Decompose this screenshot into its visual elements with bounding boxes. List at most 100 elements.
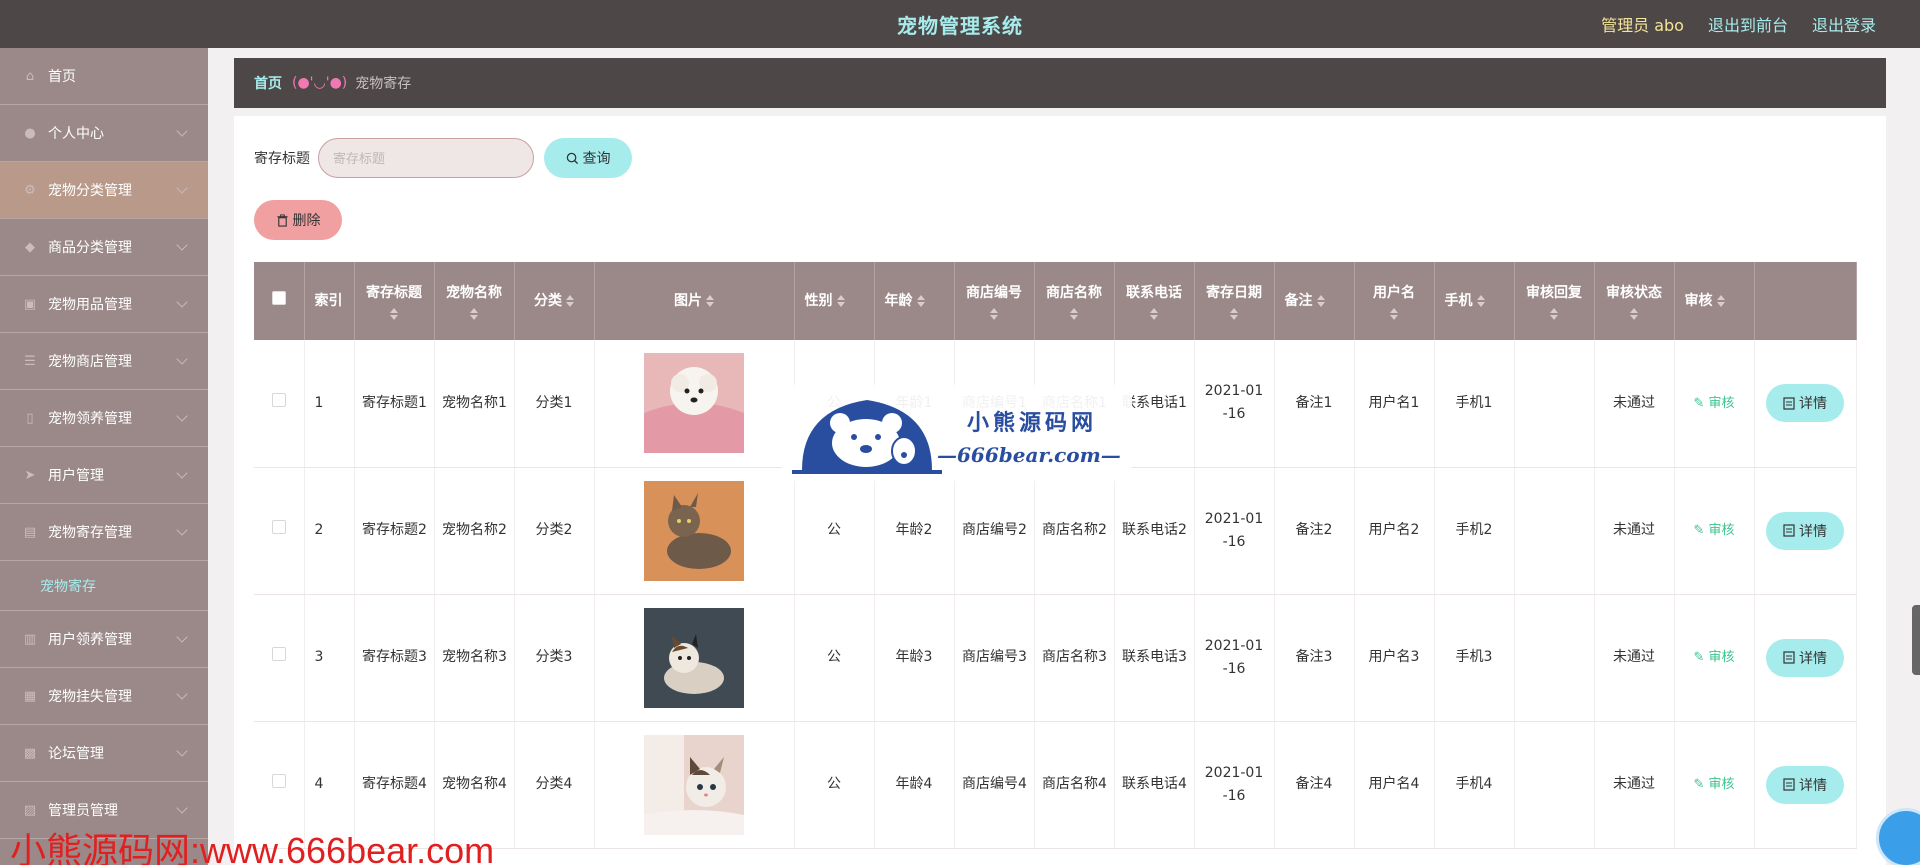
top-bar-actions: 管理员 abo 退出到前台 退出登录 xyxy=(1601,0,1876,48)
sort-icon[interactable] xyxy=(1476,295,1485,307)
header-shop-name[interactable]: 商店名称 xyxy=(1034,262,1115,340)
chevron-down-icon xyxy=(176,296,188,308)
exit-to-front-link[interactable]: 退出到前台 xyxy=(1708,12,1788,36)
sidebar-item-label: 用户领养管理 xyxy=(48,632,132,648)
header-shop-no[interactable]: 商店编号 xyxy=(954,262,1035,340)
chevron-down-icon xyxy=(176,410,188,422)
sidebar-item[interactable]: ▯ 宠物领养管理 xyxy=(0,390,208,447)
sidebar-subitem-pet-storage[interactable]: 宠物寄存 xyxy=(0,561,208,611)
header-image[interactable]: 图片 xyxy=(594,262,795,340)
sidebar-item[interactable]: ⌂ 首页 xyxy=(0,48,208,105)
search-bar: 寄存标题 查询 xyxy=(254,138,632,178)
audit-link[interactable]: ✎ 审核 xyxy=(1693,396,1734,411)
header-note[interactable]: 备注 xyxy=(1274,262,1355,340)
detail-button[interactable]: 详情 xyxy=(1766,384,1844,423)
cell-category: 分类1 xyxy=(514,340,595,468)
document-icon xyxy=(1783,524,1795,537)
header-pet-name[interactable]: 宠物名称 xyxy=(434,262,515,340)
row-checkbox[interactable] xyxy=(271,520,286,534)
cell-category: 分类3 xyxy=(514,594,595,722)
header-sex[interactable]: 性别 xyxy=(794,262,875,340)
cell-pet-name: 宠物名称2 xyxy=(434,467,515,595)
cell-shop-no: 商店编号3 xyxy=(954,594,1035,722)
sort-icon[interactable] xyxy=(1316,295,1325,307)
sort-icon[interactable] xyxy=(1199,308,1270,320)
cell-audit: ✎ 审核 xyxy=(1674,340,1755,468)
edit-icon: ✎ xyxy=(1693,777,1705,792)
logout-link[interactable]: 退出登录 xyxy=(1812,12,1876,36)
sidebar-item[interactable]: ⚙ 宠物分类管理 xyxy=(0,162,208,219)
sort-icon[interactable] xyxy=(359,308,430,320)
header-date[interactable]: 寄存日期 xyxy=(1194,262,1275,340)
breadcrumb: 首页 (●'◡'●) 宠物寄存 xyxy=(234,58,1886,108)
sidebar-item[interactable]: ▦ 宠物挂失管理 xyxy=(0,668,208,725)
header-category[interactable]: 分类 xyxy=(514,262,595,340)
sort-icon[interactable] xyxy=(1519,308,1590,320)
cell-index: 2 xyxy=(304,467,355,595)
sidebar-item[interactable]: ▣ 宠物用品管理 xyxy=(0,276,208,333)
header-phone[interactable]: 手机 xyxy=(1434,262,1515,340)
detail-button[interactable]: 详情 xyxy=(1766,511,1844,550)
table-header-row: 索引 寄存标题 宠物名称 分类 图片 性别 年龄 商店编号 商店名称 联系电话 … xyxy=(254,262,1857,340)
send-icon: ➤ xyxy=(24,467,36,483)
audit-link[interactable]: ✎ 审核 xyxy=(1693,777,1734,792)
sidebar-item[interactable]: ◆ 商品分类管理 xyxy=(0,219,208,276)
row-checkbox[interactable] xyxy=(271,392,286,407)
header-age[interactable]: 年龄 xyxy=(874,262,955,340)
header-tel[interactable]: 联系电话 xyxy=(1114,262,1195,340)
header-username[interactable]: 用户名 xyxy=(1354,262,1435,340)
cell-note: 备注1 xyxy=(1274,340,1355,468)
sidebar-item[interactable]: ● 个人中心 xyxy=(0,105,208,162)
sort-icon[interactable] xyxy=(439,308,510,320)
sort-icon[interactable] xyxy=(566,295,574,307)
cell-audit: ✎ 审核 xyxy=(1674,467,1755,595)
sort-icon[interactable] xyxy=(916,295,925,307)
cell-index: 3 xyxy=(304,594,355,722)
detail-button[interactable]: 详情 xyxy=(1766,765,1844,804)
sort-icon[interactable] xyxy=(1039,308,1110,320)
header-status[interactable]: 审核状态 xyxy=(1594,262,1675,340)
cell-image xyxy=(594,467,795,595)
query-button[interactable]: 查询 xyxy=(544,138,632,178)
sort-icon[interactable] xyxy=(706,295,714,307)
sidebar-item-label: 宠物领养管理 xyxy=(48,411,132,427)
sort-icon[interactable] xyxy=(1599,308,1670,320)
cell-username: 用户名1 xyxy=(1354,340,1435,468)
header-reply[interactable]: 审核回复 xyxy=(1514,262,1595,340)
watermark-logo-cn: 小熊源码网 xyxy=(967,410,1098,436)
audit-link[interactable]: ✎ 审核 xyxy=(1693,523,1734,538)
header-title[interactable]: 寄存标题 xyxy=(354,262,435,340)
row-checkbox[interactable] xyxy=(271,774,286,788)
sidebar-item[interactable]: ▤ 宠物寄存管理 xyxy=(0,504,208,561)
sidebar: ⌂ 首页 ● 个人中心 ⚙ 宠物分类管理 ◆ 商品分类管理 ▣ 宠物用品管理 ☰ 宠物商店管理 ▯ 宠物领… xyxy=(0,48,208,865)
cell-age: 年龄2 xyxy=(874,467,955,595)
query-button-label: 查询 xyxy=(582,150,611,166)
sidebar-item[interactable]: ▥ 用户领养管理 xyxy=(0,611,208,668)
detail-button[interactable]: 详情 xyxy=(1766,638,1844,677)
watermark-text: 小熊源码网:www.666bear.com xyxy=(10,830,495,865)
sort-icon[interactable] xyxy=(1359,308,1430,320)
sidebar-item[interactable]: ☰ 宠物商店管理 xyxy=(0,333,208,390)
row-checkbox[interactable] xyxy=(271,647,286,661)
audit-link[interactable]: ✎ 审核 xyxy=(1693,650,1734,665)
sidebar-item[interactable]: ➤ 用户管理 xyxy=(0,447,208,504)
header-index: 索引 xyxy=(304,262,355,340)
delete-button-label: 删除 xyxy=(292,212,321,228)
breadcrumb-emoticon: (●'◡'●) xyxy=(292,75,348,91)
cell-shop-name: 商店名称3 xyxy=(1034,594,1115,722)
scrollbar-thumb[interactable] xyxy=(1912,605,1920,675)
header-audit[interactable]: 审核 xyxy=(1674,262,1755,340)
sort-icon[interactable] xyxy=(959,308,1030,320)
breadcrumb-home[interactable]: 首页 xyxy=(254,73,282,93)
sidebar-item[interactable]: ▩ 论坛管理 xyxy=(0,725,208,782)
sort-icon[interactable] xyxy=(1119,308,1190,320)
delete-button[interactable]: 删除 xyxy=(254,200,342,240)
select-all-checkbox[interactable] xyxy=(271,291,286,305)
sort-icon[interactable] xyxy=(836,295,845,307)
search-input[interactable] xyxy=(318,138,534,178)
sort-icon[interactable] xyxy=(1716,295,1725,307)
document-icon xyxy=(1783,651,1795,664)
table-row: 2 寄存标题2 宠物名称2 分类2 公年龄2 商店编号2 商店名称2 联系电话2 2021-01… xyxy=(254,467,1857,595)
cell-status: 未通过 xyxy=(1594,594,1675,722)
cell-image xyxy=(594,594,795,722)
